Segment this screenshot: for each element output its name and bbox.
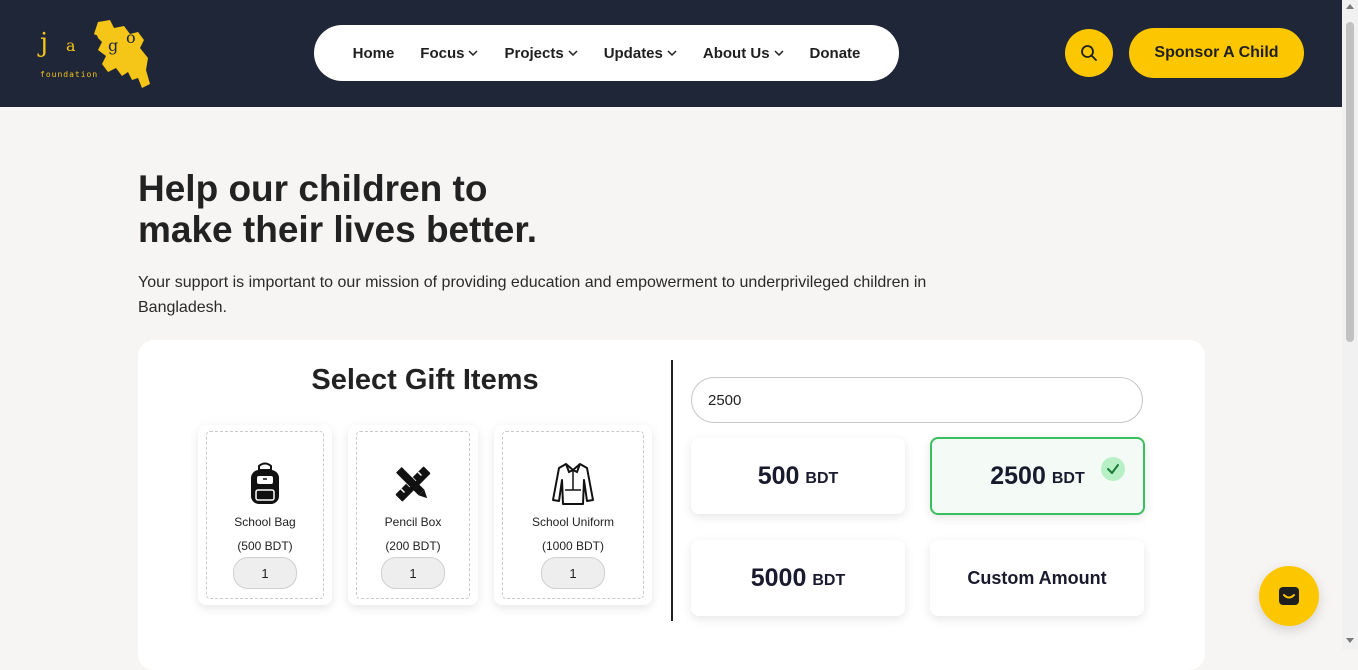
gift-item-pencil-box[interactable]: Pencil Box (200 BDT) 1 <box>348 425 478 605</box>
nav-item-projects[interactable]: Projects <box>504 44 578 62</box>
amount-option-2500[interactable]: 2500 BDT <box>930 437 1145 515</box>
amount-currency: BDT <box>812 572 846 589</box>
amount-value: 2500 <box>990 461 1046 490</box>
gift-item-name: School Uniform <box>531 515 615 529</box>
amount-currency: BDT <box>1051 470 1085 487</box>
chat-icon <box>1279 587 1299 605</box>
gift-item-border: School Uniform (1000 BDT) 1 <box>502 431 644 599</box>
scroll-down-arrow-icon[interactable] <box>1346 638 1354 643</box>
amount-value: 5000 <box>750 563 807 592</box>
nav-item-home[interactable]: Home <box>353 45 395 62</box>
quantity-input[interactable]: 1 <box>233 557 297 589</box>
gift-item-name: School Bag <box>234 515 296 529</box>
donation-amount-input[interactable]: 2500 <box>691 377 1143 423</box>
logo-letter: j <box>40 28 49 58</box>
scroll-thumb[interactable] <box>1346 22 1354 342</box>
gift-section-title: Select Gift Items <box>311 364 539 396</box>
pencil-ruler-icon <box>395 466 431 502</box>
custom-amount-button[interactable]: Custom Amount <box>930 540 1144 616</box>
nav-item-label: Focus <box>420 44 465 62</box>
logo-letter: a <box>66 36 76 55</box>
logo-letter: o <box>126 28 136 47</box>
quantity-input[interactable]: 1 <box>541 557 605 589</box>
chevron-down-icon <box>774 50 784 57</box>
logo-letter: a <box>90 28 100 47</box>
nav-item-label: Home <box>352 44 395 62</box>
amount-option-500[interactable]: 500 BDT <box>691 438 905 514</box>
nav-item-label: Projects <box>504 44 564 62</box>
gift-item-price: (1000 BDT) <box>541 539 605 553</box>
custom-amount-label: Custom Amount <box>967 567 1107 588</box>
nav-item-label: Donate <box>809 44 861 62</box>
logo-subtitle: foundation <box>40 70 99 79</box>
chevron-down-icon <box>568 50 578 57</box>
scroll-up-arrow-icon[interactable] <box>1346 4 1354 9</box>
check-icon <box>1101 457 1125 481</box>
search-icon <box>1081 45 1097 61</box>
uniform-icon <box>552 463 594 505</box>
nav-item-about-us[interactable]: About Us <box>703 45 784 62</box>
nav-item-focus[interactable]: Focus <box>420 44 479 62</box>
page-subtitle: Your support is important to our mission… <box>138 274 927 316</box>
chevron-down-icon <box>667 50 677 57</box>
page-title: Help our children to make their lives be… <box>138 168 658 250</box>
site-header: j a a g o foundation Home Focus Projects… <box>0 0 1342 107</box>
logo-letter: g <box>108 36 119 55</box>
quantity-input[interactable]: 1 <box>381 557 445 589</box>
card-divider <box>671 360 673 621</box>
page-title-line2: make their lives better. <box>138 209 537 250</box>
backpack-icon <box>251 462 279 504</box>
main-nav: Home Focus Projects Updates About Us Don… <box>314 25 899 81</box>
gift-item-border: Pencil Box (200 BDT) 1 <box>356 431 470 599</box>
gift-item-border: School Bag (500 BDT) 1 <box>206 431 324 599</box>
amount-value: 500 <box>757 461 800 490</box>
nav-item-updates[interactable]: Updates <box>604 45 677 62</box>
nav-item-donate[interactable]: Donate <box>810 45 861 62</box>
amount-currency: BDT <box>805 470 839 487</box>
search-button[interactable] <box>1065 29 1113 77</box>
page-scrollbar[interactable] <box>1342 0 1358 650</box>
gift-item-price: (500 BDT) <box>237 539 293 553</box>
chat-widget-button[interactable] <box>1259 566 1319 626</box>
gift-item-school-bag[interactable]: School Bag (500 BDT) 1 <box>198 425 332 605</box>
sponsor-a-child-button[interactable]: Sponsor A Child <box>1129 28 1304 78</box>
page-title-line1: Help our children to <box>138 168 488 209</box>
nav-item-label: About Us <box>702 44 770 62</box>
gift-item-name: Pencil Box <box>384 515 442 529</box>
nav-item-label: Updates <box>603 44 663 62</box>
chevron-down-icon <box>468 50 479 57</box>
gift-item-price: (200 BDT) <box>385 539 441 553</box>
amount-option-5000[interactable]: 5000 BDT <box>691 540 905 616</box>
jaago-logo[interactable]: j a a g o foundation <box>30 14 160 90</box>
gift-item-school-uniform[interactable]: School Uniform (1000 BDT) 1 <box>494 425 652 605</box>
